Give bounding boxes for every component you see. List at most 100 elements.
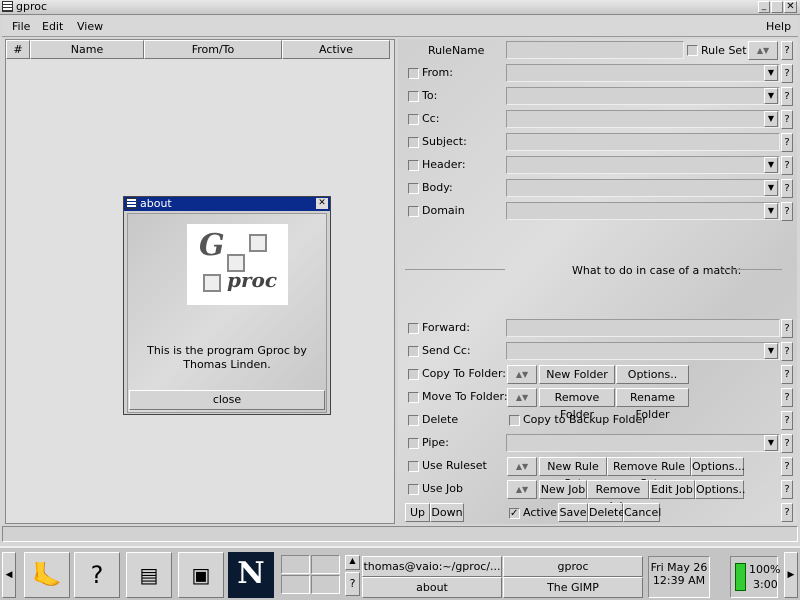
criteria-subject-field[interactable] <box>506 133 780 151</box>
chevron-down-icon[interactable]: ▼ <box>764 203 778 219</box>
about-titlebar[interactable]: about ✕ <box>124 197 330 211</box>
close-icon[interactable]: ✕ <box>316 198 328 209</box>
menu-view[interactable]: View <box>77 20 103 33</box>
task-gproc[interactable]: gproc <box>503 556 643 577</box>
pipe-checkbox[interactable] <box>408 438 419 449</box>
task-terminal[interactable]: thomas@vaio:~/gproc/... <box>362 556 502 577</box>
active-checkbox[interactable]: ✓ <box>509 508 520 519</box>
chevron-down-icon[interactable]: ▼ <box>764 157 778 173</box>
chevron-down-icon[interactable]: ▼ <box>764 65 778 81</box>
menu-help[interactable]: Help <box>766 20 791 33</box>
maximize-icon[interactable] <box>771 1 783 13</box>
rulename-field[interactable] <box>506 41 684 59</box>
arrow-left-icon[interactable]: ◀ <box>2 552 16 598</box>
folder-spinner[interactable]: ▲▼ <box>507 388 537 407</box>
use-ruleset-checkbox[interactable] <box>408 461 419 472</box>
up-button[interactable]: Up <box>405 503 430 522</box>
close-button[interactable]: close <box>129 390 325 410</box>
gnome-foot-icon[interactable]: 🦶 <box>24 552 70 598</box>
file-manager-icon[interactable]: ▤ <box>126 552 172 598</box>
help-button[interactable]: ? <box>781 41 793 60</box>
window-titlebar[interactable]: gproc _ ✕ <box>0 0 800 15</box>
help-button[interactable]: ? <box>781 342 793 361</box>
desktop-pager-3[interactable] <box>281 575 310 594</box>
menu-edit[interactable]: Edit <box>42 20 63 33</box>
copy-backup-checkbox[interactable] <box>509 415 520 426</box>
column-active[interactable]: Active <box>282 40 390 59</box>
criteria-cc-field[interactable] <box>506 110 780 128</box>
help-button[interactable]: ? <box>781 156 793 175</box>
criteria-domain-checkbox[interactable] <box>408 206 419 217</box>
new-folder-button[interactable]: New Folder <box>539 365 615 384</box>
help-button[interactable]: ? <box>781 411 793 430</box>
criteria-subject-checkbox[interactable] <box>408 137 419 148</box>
criteria-to-checkbox[interactable] <box>408 91 419 102</box>
options-button[interactable]: Options.. <box>695 480 745 499</box>
help-button[interactable]: ? <box>781 179 793 198</box>
desktop-pager-4[interactable] <box>311 575 340 594</box>
pipe-field[interactable] <box>506 434 780 452</box>
arrow-right-icon[interactable]: ▶ <box>784 552 798 598</box>
job-spinner[interactable]: ▲▼ <box>507 480 537 499</box>
column-number[interactable]: # <box>6 40 30 59</box>
rename-folder-button[interactable]: Rename Folder <box>616 388 689 421</box>
chevron-down-icon[interactable]: ▼ <box>764 343 778 359</box>
criteria-body-checkbox[interactable] <box>408 183 419 194</box>
help-button[interactable]: ? <box>781 480 793 499</box>
task-gimp[interactable]: The GIMP <box>503 577 643 598</box>
criteria-cc-checkbox[interactable] <box>408 114 419 125</box>
clock[interactable]: Fri May 26 12:39 AM <box>648 556 710 598</box>
remove-rule-set-button[interactable]: Remove Rule Set <box>607 457 691 490</box>
help-button[interactable]: ? <box>781 87 793 106</box>
criteria-domain-field[interactable] <box>506 202 780 220</box>
new-rule-set-button[interactable]: New Rule Set <box>539 457 607 490</box>
criteria-from-checkbox[interactable] <box>408 68 419 79</box>
chevron-down-icon[interactable]: ▼ <box>764 435 778 451</box>
new-job-button[interactable]: New Job <box>539 480 587 499</box>
use-job-checkbox[interactable] <box>408 484 419 495</box>
help-button[interactable]: ? <box>781 388 793 407</box>
terminal-icon[interactable]: ▣ <box>178 552 224 598</box>
help-button[interactable]: ? <box>781 434 793 453</box>
chevron-down-icon[interactable]: ▼ <box>764 180 778 196</box>
window-menu-icon[interactable] <box>126 198 137 209</box>
chevron-down-icon[interactable]: ▼ <box>764 88 778 104</box>
desktop-pager-2[interactable] <box>311 555 340 574</box>
folder-spinner[interactable]: ▲▼ <box>507 365 537 384</box>
close-icon[interactable]: ✕ <box>784 1 797 13</box>
tasklist-help[interactable]: ? <box>345 572 360 596</box>
save-button[interactable]: Save <box>558 503 588 522</box>
battery-applet[interactable]: 100% 3:00 <box>730 556 780 598</box>
options-button[interactable]: Options.. <box>616 365 689 384</box>
down-button[interactable]: Down <box>430 503 464 522</box>
desktop-pager-1[interactable] <box>281 555 310 574</box>
send-cc-field[interactable] <box>506 342 780 360</box>
criteria-body-field[interactable] <box>506 179 780 197</box>
chevron-down-icon[interactable]: ▼ <box>764 111 778 127</box>
move-to-folder-checkbox[interactable] <box>408 392 419 403</box>
ruleset-checkbox[interactable] <box>687 45 698 56</box>
cancel-button[interactable]: Cancel <box>623 503 661 522</box>
help-button[interactable]: ? <box>781 319 793 338</box>
edit-job-button[interactable]: Edit Job <box>649 480 695 499</box>
help-button[interactable]: ? <box>781 110 793 129</box>
help-button[interactable]: ? <box>781 503 793 522</box>
forward-field[interactable] <box>506 319 780 337</box>
column-name[interactable]: Name <box>30 40 144 59</box>
task-about[interactable]: about <box>362 577 502 598</box>
ruleset-spinner[interactable]: ▲▼ <box>507 457 537 476</box>
delete-checkbox[interactable] <box>408 415 419 426</box>
remove-folder-button[interactable]: Remove Folder <box>539 388 615 421</box>
help-button[interactable]: ? <box>781 133 793 152</box>
criteria-from-field[interactable] <box>506 64 780 82</box>
help-button[interactable]: ? <box>781 64 793 83</box>
window-menu-icon[interactable] <box>2 1 13 12</box>
minimize-icon[interactable]: _ <box>758 1 770 13</box>
criteria-header-checkbox[interactable] <box>408 160 419 171</box>
help-button[interactable]: ? <box>781 457 793 476</box>
forward-checkbox[interactable] <box>408 323 419 334</box>
copy-to-folder-checkbox[interactable] <box>408 369 419 380</box>
criteria-to-field[interactable] <box>506 87 780 105</box>
arrow-up-icon[interactable]: ▲ <box>345 555 360 570</box>
help-button[interactable]: ? <box>781 202 793 221</box>
